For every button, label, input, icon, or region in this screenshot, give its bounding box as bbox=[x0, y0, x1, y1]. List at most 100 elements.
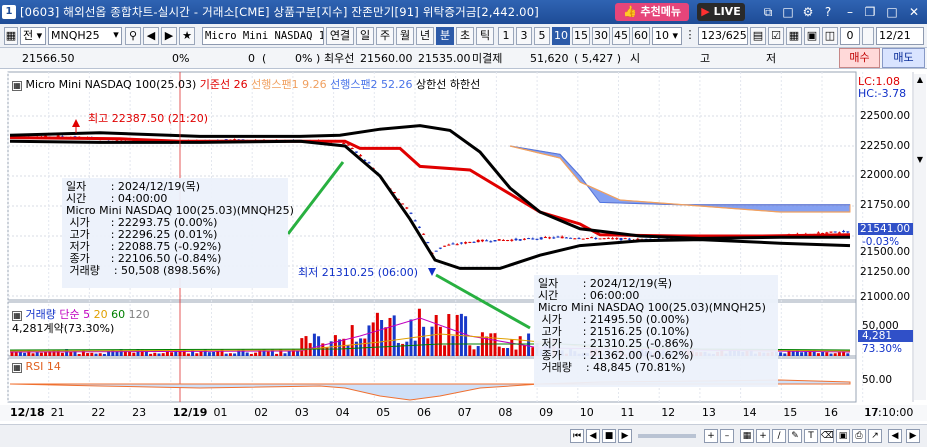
interval-select[interactable]: 10 ▾ bbox=[652, 27, 682, 45]
maximize-icon[interactable]: □ bbox=[884, 4, 900, 20]
candle-body bbox=[405, 207, 409, 209]
draw-icon[interactable]: ✎ bbox=[788, 429, 802, 443]
panel-toggle-icon[interactable]: ▦ bbox=[4, 27, 18, 45]
interval-15[interactable]: 15 bbox=[572, 27, 590, 45]
date-input[interactable]: 12/21 bbox=[876, 27, 924, 45]
volume-bar bbox=[254, 352, 258, 356]
sell-button[interactable]: 매도 bbox=[882, 48, 925, 68]
candle-body bbox=[556, 236, 560, 238]
scroll-up-icon[interactable]: ▲ bbox=[914, 74, 926, 86]
zoom-slider[interactable] bbox=[638, 434, 696, 438]
volume-bar bbox=[77, 353, 81, 356]
candle-body bbox=[829, 231, 833, 233]
next-icon[interactable]: ▶ bbox=[618, 429, 632, 443]
period-second[interactable]: 초 bbox=[456, 27, 474, 45]
period-day[interactable]: 일 bbox=[356, 27, 374, 45]
link-button[interactable]: 연결 bbox=[326, 27, 354, 45]
interval-3[interactable]: 3 bbox=[516, 27, 532, 45]
line-tool-icon[interactable]: ∕ bbox=[772, 429, 786, 443]
live-button[interactable]: ▶ LIVE bbox=[697, 3, 745, 21]
export-icon[interactable]: ↗ bbox=[868, 429, 882, 443]
candle-body bbox=[825, 232, 829, 234]
volume-bar bbox=[161, 353, 165, 356]
print-icon[interactable]: ⎙ bbox=[852, 429, 866, 443]
count-input[interactable]: 0 bbox=[840, 27, 860, 45]
crosshair-icon[interactable]: + bbox=[756, 429, 770, 443]
volume-bar bbox=[195, 353, 199, 356]
vertical-dots-icon[interactable]: ⋮ bbox=[684, 27, 696, 45]
candle-body bbox=[514, 238, 518, 241]
scroll-down-icon[interactable]: ▼ bbox=[914, 154, 926, 166]
scroll-right-icon[interactable]: ▶ bbox=[906, 429, 920, 443]
volume-bar bbox=[489, 333, 493, 356]
fit-icon[interactable]: ▦ bbox=[740, 429, 754, 443]
zoom-in-icon[interactable]: + bbox=[704, 429, 718, 443]
candle-body bbox=[585, 237, 589, 239]
buy-button[interactable]: 매수 bbox=[839, 48, 880, 68]
interval-10[interactable]: 10 bbox=[552, 27, 570, 45]
zoom-icon[interactable]: ▦ bbox=[12, 81, 22, 91]
chevron-down-icon: ▾ bbox=[672, 29, 679, 42]
zoom-icon[interactable]: ▦ bbox=[12, 363, 22, 373]
erase-icon[interactable]: ⌫ bbox=[820, 429, 834, 443]
interval-5[interactable]: 5 bbox=[534, 27, 550, 45]
time-label: 02 bbox=[254, 406, 269, 419]
high-annotation: 최고 22387.50 (21:20) bbox=[88, 112, 209, 125]
candle-body bbox=[531, 238, 535, 240]
interval-30[interactable]: 30 bbox=[592, 27, 610, 45]
candle-body bbox=[573, 238, 577, 240]
settings-icon[interactable]: ⚙ bbox=[800, 4, 816, 20]
period-minute[interactable]: 분 bbox=[436, 27, 454, 45]
text-tool-icon[interactable]: T bbox=[804, 429, 818, 443]
prev-arrow-icon[interactable]: ◀ bbox=[143, 27, 159, 45]
lock-icon[interactable]: ▣ bbox=[804, 27, 820, 45]
recommended-menu-button[interactable]: 👍 추천메뉴 bbox=[615, 3, 689, 21]
grid-icon[interactable]: ▦ bbox=[786, 27, 802, 45]
stop-icon[interactable]: ■ bbox=[602, 429, 616, 443]
date-checkbox[interactable] bbox=[862, 27, 874, 45]
chevron-down-icon[interactable]: ▾ bbox=[110, 27, 122, 45]
volume-bar bbox=[31, 353, 35, 356]
time-label: 15 bbox=[783, 406, 798, 419]
link-window-icon[interactable]: ⧉ bbox=[760, 4, 776, 20]
mode-select[interactable]: 전 ▾ bbox=[20, 27, 46, 45]
restore-icon[interactable]: ❐ bbox=[862, 4, 878, 20]
window-title: [0603] 해외선옵 종합차트-실시간 - 거래소[CME] 상품구분[지수]… bbox=[20, 5, 539, 19]
checkbox-icon[interactable]: ☑ bbox=[768, 27, 784, 45]
scroll-left-icon[interactable]: ◀ bbox=[888, 429, 902, 443]
chart-area[interactable]: ▦ Micro Mini NASDAQ 100(25.03) 기준선 26 선행… bbox=[0, 70, 927, 447]
first-icon[interactable]: ⏮ bbox=[570, 429, 584, 443]
tile-icon[interactable]: □ bbox=[780, 4, 796, 20]
minimize-icon[interactable]: – bbox=[842, 4, 858, 20]
price-legend: ▦ Micro Mini NASDAQ 100(25.03) 기준선 26 선행… bbox=[12, 76, 480, 92]
help-icon[interactable]: ? bbox=[820, 4, 836, 20]
vertical-scrollbar[interactable]: ▲ ▼ bbox=[914, 74, 926, 400]
period-tick[interactable]: 틱 bbox=[476, 27, 494, 45]
time-label: 14 bbox=[742, 406, 757, 419]
prev-icon[interactable]: ◀ bbox=[586, 429, 600, 443]
close-icon[interactable]: ✕ bbox=[906, 4, 922, 20]
interval-1[interactable]: 1 bbox=[498, 27, 514, 45]
period-year[interactable]: 년 bbox=[416, 27, 434, 45]
volume-bar bbox=[346, 345, 350, 356]
interval-60[interactable]: 60 bbox=[632, 27, 650, 45]
volume-bar bbox=[153, 352, 157, 356]
split-icon[interactable]: ◫ bbox=[822, 27, 838, 45]
volume-bar bbox=[816, 353, 820, 356]
camera-icon[interactable]: ▣ bbox=[836, 429, 850, 443]
info-volume: 거래량 : 50,508 (898.56%) bbox=[66, 264, 221, 277]
interval-45[interactable]: 45 bbox=[612, 27, 630, 45]
next-arrow-icon[interactable]: ▶ bbox=[161, 27, 177, 45]
candle-body bbox=[464, 242, 468, 244]
data-icon[interactable]: ▤ bbox=[750, 27, 766, 45]
time-label: 21 bbox=[50, 406, 65, 419]
volume-bar bbox=[497, 346, 501, 356]
period-week[interactable]: 주 bbox=[376, 27, 394, 45]
search-icon[interactable]: ⚲ bbox=[125, 27, 141, 45]
rsi-legend: ▦ RSI 14 bbox=[12, 360, 61, 373]
zoom-out-icon[interactable]: – bbox=[720, 429, 734, 443]
volume-bar bbox=[333, 335, 337, 356]
favorite-icon[interactable]: ★ bbox=[179, 27, 195, 45]
volume-bar bbox=[388, 317, 392, 356]
period-month[interactable]: 월 bbox=[396, 27, 414, 45]
